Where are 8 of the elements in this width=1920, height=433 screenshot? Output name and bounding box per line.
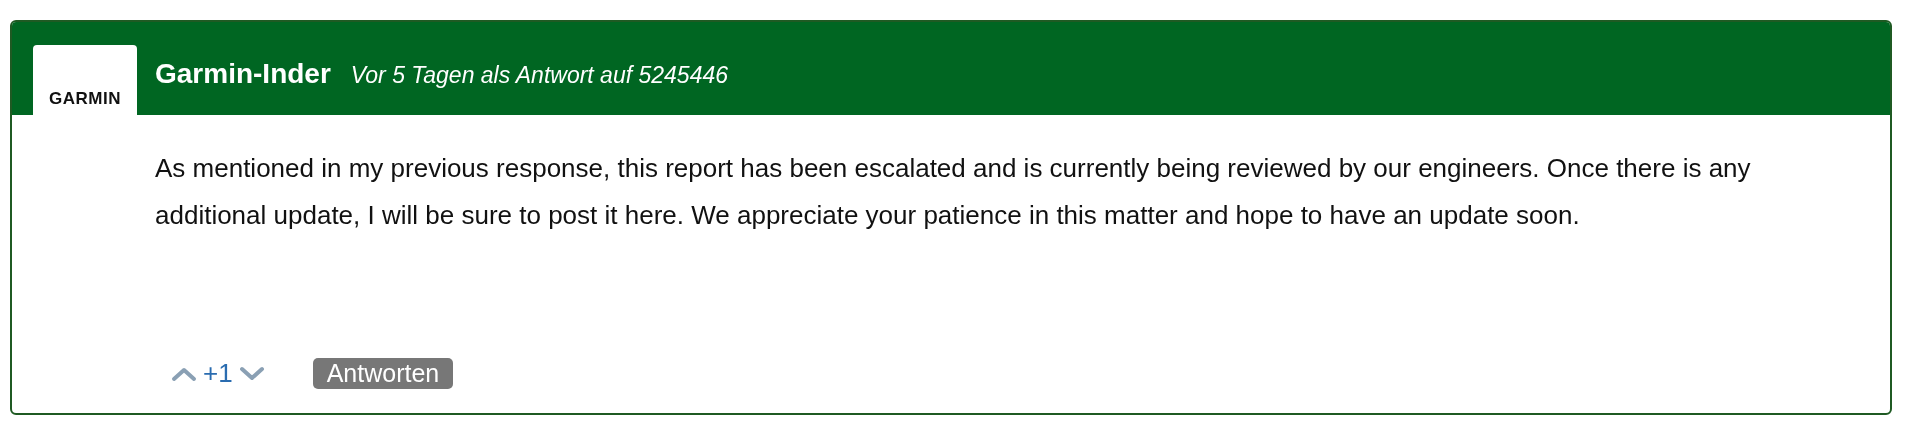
author-name[interactable]: Garmin-Inder [155, 57, 331, 90]
comment-text: As mentioned in my previous response, this report has been escalated and is currently being reviewed by our engineers. Once there is any additional update, I will be sure to post it here. We appreciate your patience in this matter and hope to have an update soon. [155, 152, 1752, 232]
logo-text: GARMIN [49, 89, 121, 109]
vote-score: +1 [203, 358, 233, 389]
post-meta: Vor 5 Tagen als Antwort auf 5245446 [350, 61, 729, 89]
downvote-icon[interactable] [238, 365, 265, 382]
upvote-icon[interactable] [171, 365, 197, 382]
reply-button[interactable]: Antworten [312, 358, 454, 389]
